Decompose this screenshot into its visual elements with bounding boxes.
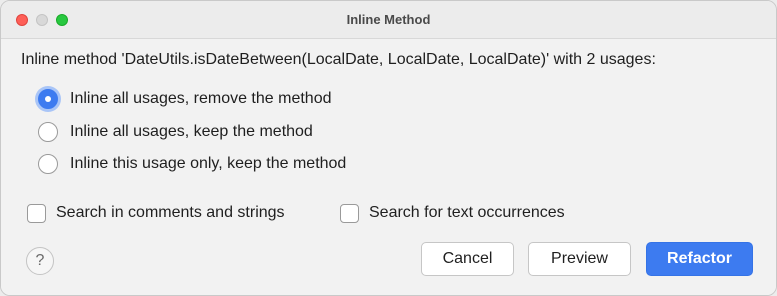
checkbox-label: Search for text occurrences [369, 204, 565, 221]
option-label: Inline this usage only, keep the method [70, 155, 347, 172]
inline-method-dialog: Inline Method Inline method 'DateUtils.i… [0, 0, 777, 296]
option-keep-method[interactable]: Inline all usages, keep the method [38, 120, 313, 144]
title-bar: Inline Method [1, 1, 776, 39]
checkbox-unchecked-icon[interactable] [27, 203, 46, 223]
preview-button[interactable]: Preview [528, 242, 631, 276]
cancel-button[interactable]: Cancel [421, 242, 514, 276]
option-label: Inline all usages, remove the method [70, 90, 332, 107]
dialog-description: Inline method 'DateUtils.isDateBetween(L… [21, 51, 656, 68]
dialog-content: Inline method 'DateUtils.isDateBetween(L… [1, 39, 776, 295]
help-button[interactable]: ? [26, 247, 54, 275]
radio-selected-icon[interactable] [38, 89, 58, 109]
option-label: Inline all usages, keep the method [70, 123, 313, 140]
window-title: Inline Method [346, 12, 431, 27]
search-text-occurrences-checkbox[interactable]: Search for text occurrences [340, 201, 565, 225]
checkbox-unchecked-icon[interactable] [340, 203, 359, 223]
search-comments-strings-checkbox[interactable]: Search in comments and strings [27, 201, 285, 225]
radio-unselected-icon[interactable] [38, 122, 58, 142]
checkbox-label: Search in comments and strings [56, 204, 285, 221]
option-this-usage-only[interactable]: Inline this usage only, keep the method [38, 152, 346, 176]
radio-unselected-icon[interactable] [38, 154, 58, 174]
option-remove-method[interactable]: Inline all usages, remove the method [38, 87, 331, 111]
refactor-button[interactable]: Refactor [646, 242, 753, 276]
